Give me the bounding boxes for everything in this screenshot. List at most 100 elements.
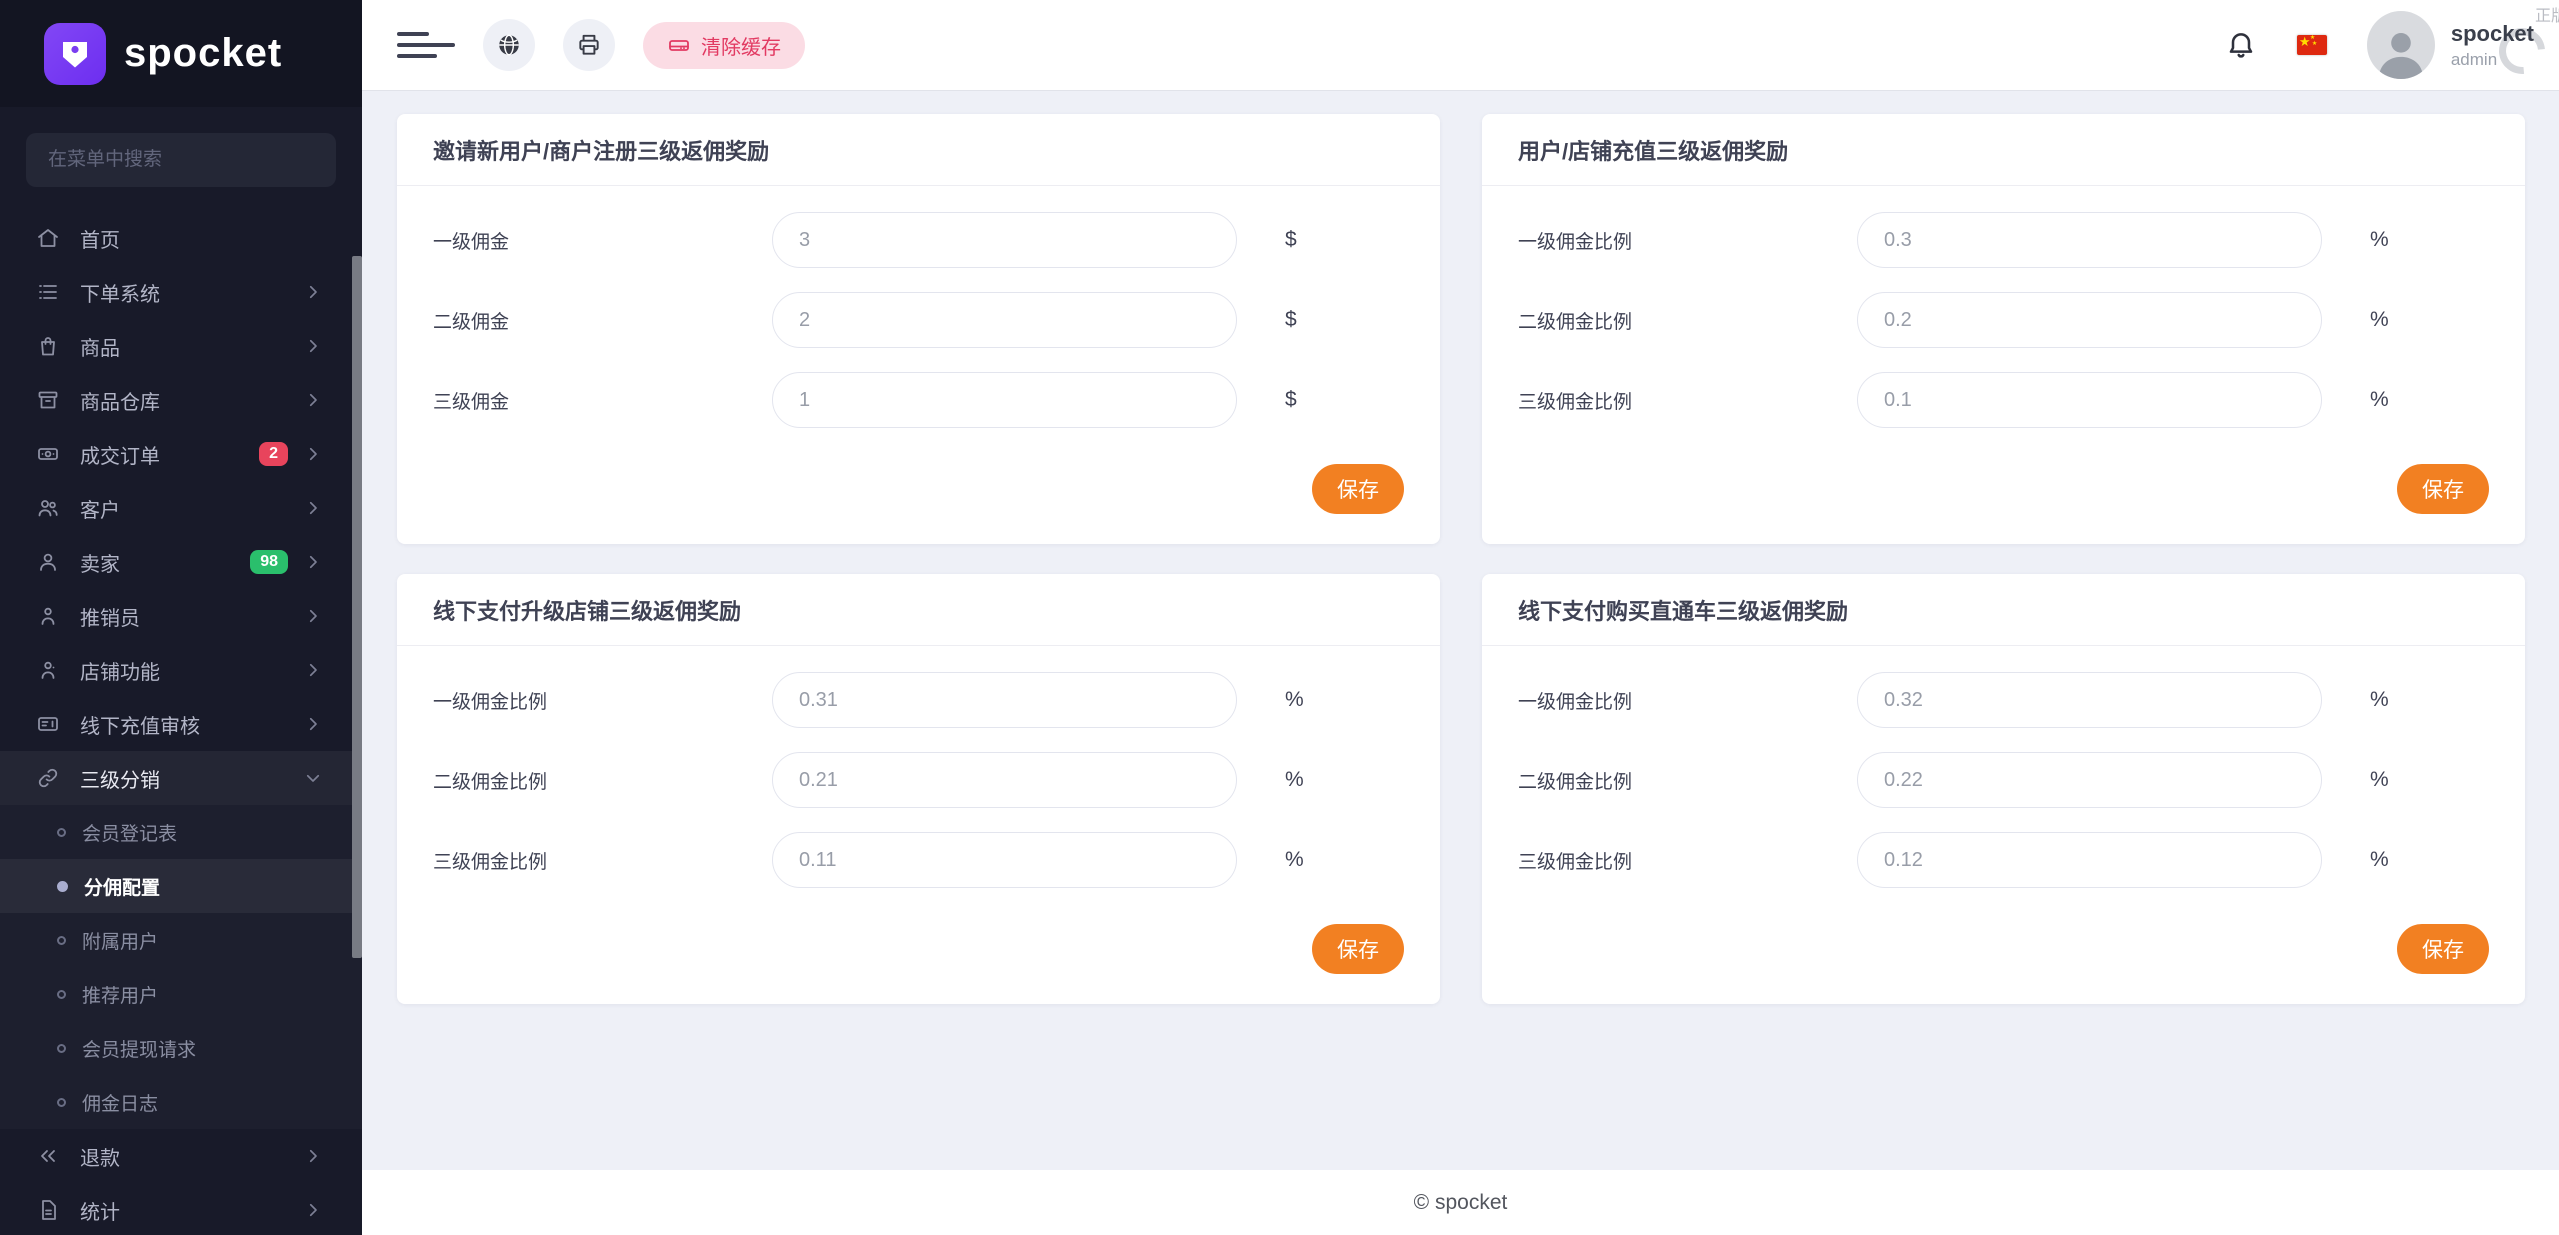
menu-search-input[interactable] — [26, 133, 336, 187]
user-avatar[interactable] — [2367, 11, 2435, 79]
sidebar-item-customers[interactable]: 客户 — [0, 481, 362, 535]
chevron-right-icon — [304, 1201, 322, 1219]
unit-label: % — [2370, 768, 2389, 792]
card-title: 用户/店铺充值三级返佣奖励 — [1518, 134, 1788, 166]
level1-commission-input[interactable] — [772, 212, 1237, 268]
field-label: 二级佣金 — [433, 307, 772, 334]
link-icon — [36, 766, 60, 790]
watermark-text: 正版 — [2535, 2, 2559, 26]
clear-cache-label: 清除缓存 — [701, 31, 781, 60]
card-title: 线下支付购买直通车三级返佣奖励 — [1518, 594, 1848, 626]
save-button[interactable]: 保存 — [2397, 464, 2489, 514]
sidebar-item-label: 推销员 — [80, 602, 140, 631]
sidebar-item-refunds[interactable]: 退款 — [0, 1129, 362, 1183]
chevron-down-icon — [304, 769, 322, 787]
sidebar-item-label: 下单系统 — [80, 278, 160, 307]
field-label: 三级佣金 — [433, 387, 772, 414]
card-offline-upgrade-reward: 线下支付升级店铺三级返佣奖励 一级佣金比例 % 二级佣金比例 % 三级佣金比例 … — [397, 574, 1440, 1004]
sidebar-item-products[interactable]: 商品 — [0, 319, 362, 373]
user-menu[interactable]: spocket admin — [2451, 21, 2534, 70]
sidebar-subitem-affiliated-users[interactable]: 附属用户 — [0, 913, 362, 967]
level3-ratio-input[interactable] — [1857, 372, 2322, 428]
unit-label: % — [1285, 768, 1304, 792]
field-label: 三级佣金比例 — [1518, 847, 1857, 874]
person-icon — [36, 604, 60, 628]
sidebar-item-order-system[interactable]: 下单系统 — [0, 265, 362, 319]
sidebar-subitem-label: 会员提现请求 — [82, 1035, 196, 1062]
deals-count-badge: 2 — [259, 442, 288, 466]
users-icon — [36, 496, 60, 520]
topbar: 清除缓存 ★★★ spocket admin 正版 — [362, 0, 2559, 90]
unit-label: $ — [1285, 228, 1297, 252]
sidebar-item-label: 卖家 — [80, 548, 120, 577]
level1-ratio-input[interactable] — [1857, 672, 2322, 728]
logo[interactable]: spocket — [0, 0, 362, 107]
chevron-right-icon — [304, 283, 322, 301]
notifications-bell-icon[interactable] — [2225, 29, 2257, 61]
unit-label: $ — [1285, 388, 1297, 412]
sidebar-subitem-referred-users[interactable]: 推荐用户 — [0, 967, 362, 1021]
bullet-icon — [57, 1098, 66, 1107]
save-button[interactable]: 保存 — [1312, 924, 1404, 974]
sidebar-subitem-commission-log[interactable]: 佣金日志 — [0, 1075, 362, 1129]
sidebar-nav: 首页 下单系统 商品 商品仓库 成交订单 2 客户 — [0, 211, 362, 1235]
banknote-icon — [36, 442, 60, 466]
sidebar-item-deals[interactable]: 成交订单 2 — [0, 427, 362, 481]
user-name: spocket — [2451, 21, 2534, 47]
hamburger-menu-icon[interactable] — [397, 25, 455, 65]
sidebar-item-warehouse[interactable]: 商品仓库 — [0, 373, 362, 427]
field-label: 一级佣金比例 — [1518, 227, 1857, 254]
level2-commission-input[interactable] — [772, 292, 1237, 348]
sidebar-scrollbar[interactable] — [352, 256, 362, 958]
chevron-right-icon — [304, 607, 322, 625]
sidebar-item-label: 商品仓库 — [80, 386, 160, 415]
level1-ratio-input[interactable] — [772, 672, 1237, 728]
sidebar-subitem-withdrawal-requests[interactable]: 会员提现请求 — [0, 1021, 362, 1075]
spocket-logo-icon — [44, 23, 106, 85]
sidebar-item-offline-recharge-review[interactable]: 线下充值审核 — [0, 697, 362, 751]
level2-ratio-input[interactable] — [772, 752, 1237, 808]
refund-icon — [36, 1144, 60, 1168]
level3-commission-input[interactable] — [772, 372, 1237, 428]
level2-ratio-input[interactable] — [1857, 752, 2322, 808]
sidebar-item-label: 首页 — [80, 224, 120, 253]
sidebar-item-label: 线下充值审核 — [80, 710, 200, 739]
sidebar-subitem-member-registry[interactable]: 会员登记表 — [0, 805, 362, 859]
level2-ratio-input[interactable] — [1857, 292, 2322, 348]
unit-label: % — [2370, 228, 2389, 252]
sidebar-item-promoters[interactable]: 推销员 — [0, 589, 362, 643]
bullet-icon — [57, 828, 66, 837]
sidebar-subitem-commission-config[interactable]: 分佣配置 — [0, 859, 362, 913]
chevron-right-icon — [304, 661, 322, 679]
level3-ratio-input[interactable] — [772, 832, 1237, 888]
level3-ratio-input[interactable] — [1857, 832, 2322, 888]
chevron-right-icon — [304, 499, 322, 517]
unit-label: % — [1285, 688, 1304, 712]
field-label: 二级佣金比例 — [433, 767, 772, 794]
home-icon — [36, 226, 60, 250]
card-recharge-reward: 用户/店铺充值三级返佣奖励 一级佣金比例 % 二级佣金比例 % 三级佣金比例 % — [1482, 114, 2525, 544]
clear-cache-button[interactable]: 清除缓存 — [643, 22, 805, 69]
save-button[interactable]: 保存 — [1312, 464, 1404, 514]
chevron-right-icon — [304, 391, 322, 409]
sidebar-item-three-level-distribution[interactable]: 三级分销 — [0, 751, 362, 805]
sidebar-item-label: 店铺功能 — [80, 656, 160, 685]
user-role: admin — [2451, 50, 2534, 70]
sidebar-item-sellers[interactable]: 卖家 98 — [0, 535, 362, 589]
level1-ratio-input[interactable] — [1857, 212, 2322, 268]
bullet-icon — [57, 990, 66, 999]
print-button[interactable] — [563, 19, 615, 71]
sidebar-subitem-label: 佣金日志 — [82, 1089, 158, 1116]
sidebar-item-home[interactable]: 首页 — [0, 211, 362, 265]
save-button[interactable]: 保存 — [2397, 924, 2489, 974]
sidebar-item-statistics[interactable]: 统计 — [0, 1183, 362, 1235]
language-flag-icon[interactable]: ★★★ — [2297, 35, 2327, 55]
unit-label: % — [1285, 848, 1304, 872]
hard-drive-icon — [667, 33, 691, 57]
field-label: 一级佣金比例 — [1518, 687, 1857, 714]
sidebar-item-label: 退款 — [80, 1142, 120, 1171]
globe-button[interactable] — [483, 19, 535, 71]
sidebar-item-label: 商品 — [80, 332, 120, 361]
sidebar-item-shop-functions[interactable]: 店铺功能 — [0, 643, 362, 697]
sidebar-subitem-label: 附属用户 — [82, 927, 158, 954]
